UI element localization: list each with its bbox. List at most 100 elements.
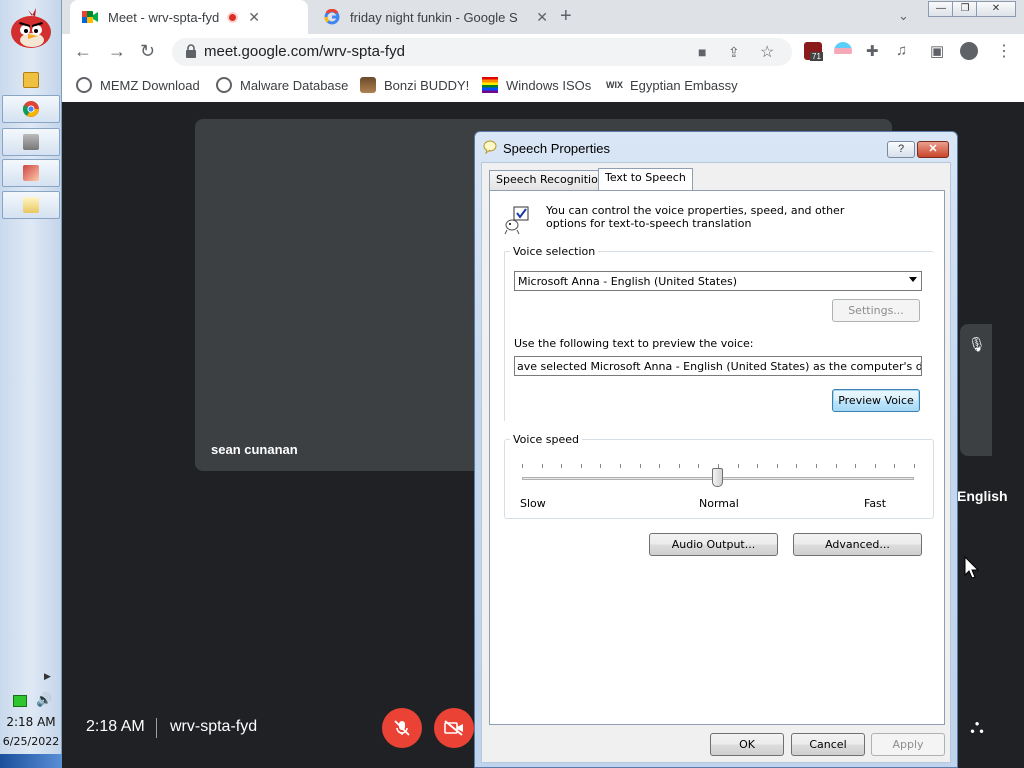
slider-tick: [659, 464, 661, 468]
dialog-close-button[interactable]: ✕: [917, 141, 949, 158]
tab-close-icon[interactable]: ✕: [536, 9, 548, 26]
recording-indicator-icon: [227, 11, 239, 23]
forward-arrow-icon[interactable]: →: [108, 41, 126, 62]
camera-off-icon: [444, 720, 463, 736]
tray-expand-icon[interactable]: ▶: [44, 671, 51, 682]
voice-dropdown-value: Microsoft Anna - English (United States): [518, 275, 738, 288]
extensions-puzzle-icon[interactable]: ✚: [866, 42, 879, 60]
restore-button[interactable]: ❐: [952, 1, 978, 17]
bookmarks-bar: MEMZ Download Malware Database Bonzi BUD…: [62, 70, 1024, 102]
bookmark-malware[interactable]: Malware Database: [216, 77, 348, 93]
tab-title: friday night funkin - Google S: [350, 9, 518, 25]
slider-tick: [874, 464, 876, 468]
back-arrow-icon[interactable]: ←: [74, 41, 92, 62]
globe-icon: [216, 77, 232, 93]
preview-voice-button[interactable]: Preview Voice: [832, 389, 920, 412]
tab-speech-recognition[interactable]: Speech Recognition: [489, 170, 612, 190]
bookmark-bonzi[interactable]: Bonzi BUDDY!: [360, 77, 469, 93]
speech-bubble-icon: [483, 140, 497, 154]
preview-text-field[interactable]: ave selected Microsoft Anna - English (U…: [514, 356, 922, 376]
voice-speed-label: Voice speed: [510, 433, 582, 446]
quicklaunch-folder-icon[interactable]: [2, 66, 60, 94]
mic-off-icon: [394, 720, 410, 736]
cancel-button[interactable]: Cancel: [791, 733, 865, 756]
tray-clock-date[interactable]: 6/25/2022: [0, 735, 62, 748]
window-close-button[interactable]: ✕: [976, 1, 1016, 17]
menu-kebab-icon[interactable]: ⋮: [996, 41, 1012, 61]
camera-toggle-button[interactable]: [434, 708, 474, 748]
taskbar-app-button-2[interactable]: [2, 159, 60, 187]
slider-tick: [835, 464, 837, 468]
tab-strip: Meet - wrv-spta-fyd ✕ friday night funki…: [62, 0, 1024, 34]
help-button[interactable]: ?: [887, 141, 915, 158]
side-panel-icon[interactable]: ▣: [930, 42, 944, 60]
tab-close-icon[interactable]: ✕: [248, 9, 260, 26]
show-desktop-bar[interactable]: [0, 754, 62, 768]
tab-text-to-speech[interactable]: Text to Speech: [598, 168, 693, 190]
reload-icon[interactable]: ↻: [140, 41, 155, 62]
ok-button[interactable]: OK: [710, 733, 784, 756]
camera-icon[interactable]: ■: [698, 44, 706, 60]
profile-avatar-icon[interactable]: [960, 42, 978, 60]
url-text: meet.google.com/wrv-spta-fyd: [204, 43, 405, 60]
self-view-tile[interactable]: 🎙: [960, 324, 992, 456]
audio-output-button[interactable]: Audio Output...: [649, 533, 778, 556]
slider-tick: [639, 464, 641, 468]
participant-name: sean cunanan: [211, 442, 298, 457]
microphone-toggle-button[interactable]: [382, 708, 422, 748]
voice-dropdown[interactable]: Microsoft Anna - English (United States): [514, 271, 922, 291]
advanced-button[interactable]: Advanced...: [793, 533, 922, 556]
bookmark-memz[interactable]: MEMZ Download: [76, 77, 200, 93]
address-bar[interactable]: meet.google.com/wrv-spta-fyd ■ ⇪ ☆: [172, 38, 792, 66]
network-icon[interactable]: [13, 695, 27, 707]
extension-shield-icon[interactable]: 71: [804, 42, 823, 61]
slider-tick: [600, 464, 602, 468]
extension-flag-icon[interactable]: [834, 42, 852, 60]
browser-toolbar: ← → ↻ meet.google.com/wrv-spta-fyd ■ ⇪ ☆…: [62, 34, 1024, 70]
slider-tick: [678, 464, 680, 468]
taskbar-app-button-1[interactable]: [2, 128, 60, 156]
slider-tick: [894, 464, 896, 468]
share-icon[interactable]: ⇪: [728, 44, 740, 61]
slider-tick: [580, 464, 582, 468]
taskbar-chrome-button[interactable]: [2, 95, 60, 123]
settings-button[interactable]: Settings...: [832, 299, 920, 322]
preview-text-value: ave selected Microsoft Anna - English (U…: [517, 360, 921, 373]
computer-icon: [23, 134, 39, 150]
voice-selection-label: Voice selection: [510, 245, 599, 258]
preview-label: Use the following text to preview the vo…: [514, 337, 754, 350]
taskbar-speech-button[interactable]: [2, 191, 60, 219]
voice-speed-slider-thumb[interactable]: [712, 468, 723, 487]
minimize-button[interactable]: —: [928, 1, 954, 17]
angry-bird-start-icon[interactable]: [8, 6, 54, 50]
rainbow-icon: [482, 77, 498, 93]
meeting-clock: 2:18 AM: [86, 718, 145, 735]
divider: [156, 718, 157, 738]
tab-title: Meet - wrv-spta-fyd: [108, 9, 220, 25]
mouse-cursor-icon: [964, 556, 980, 579]
meeting-code: wrv-spta-fyd: [170, 718, 258, 735]
tray-clock-time[interactable]: 2:18 AM: [0, 715, 62, 729]
slider-tick: [776, 464, 778, 468]
speech-icon: [23, 197, 39, 213]
activities-icon[interactable]: ⛬: [970, 716, 984, 739]
slider-tick: [816, 464, 817, 468]
volume-icon[interactable]: 🔊: [36, 692, 52, 708]
wix-icon: WIX: [606, 80, 623, 90]
intro-text: You can control the voice properties, sp…: [546, 204, 845, 230]
new-tab-button[interactable]: +: [560, 5, 572, 28]
tab-meet[interactable]: Meet - wrv-spta-fyd ✕: [70, 0, 308, 34]
tab-search-chevron-icon[interactable]: ⌄: [898, 8, 909, 24]
apply-button[interactable]: Apply: [871, 733, 945, 756]
speed-normal-label: Normal: [699, 497, 739, 510]
bookmark-windows-isos[interactable]: Windows ISOs: [482, 77, 591, 93]
extension-badge: 71: [810, 52, 823, 61]
lock-icon[interactable]: [186, 44, 196, 58]
slider-tick: [914, 464, 915, 468]
tab-search[interactable]: friday night funkin - Google S ✕: [312, 0, 548, 34]
media-control-icon[interactable]: ♫: [896, 42, 907, 59]
dropdown-arrow-icon: [909, 277, 917, 282]
bookmark-star-icon[interactable]: ☆: [760, 42, 774, 62]
google-meet-icon: [82, 9, 98, 25]
bookmark-egyptian-embassy[interactable]: WIX Egyptian Embassy: [606, 77, 738, 93]
